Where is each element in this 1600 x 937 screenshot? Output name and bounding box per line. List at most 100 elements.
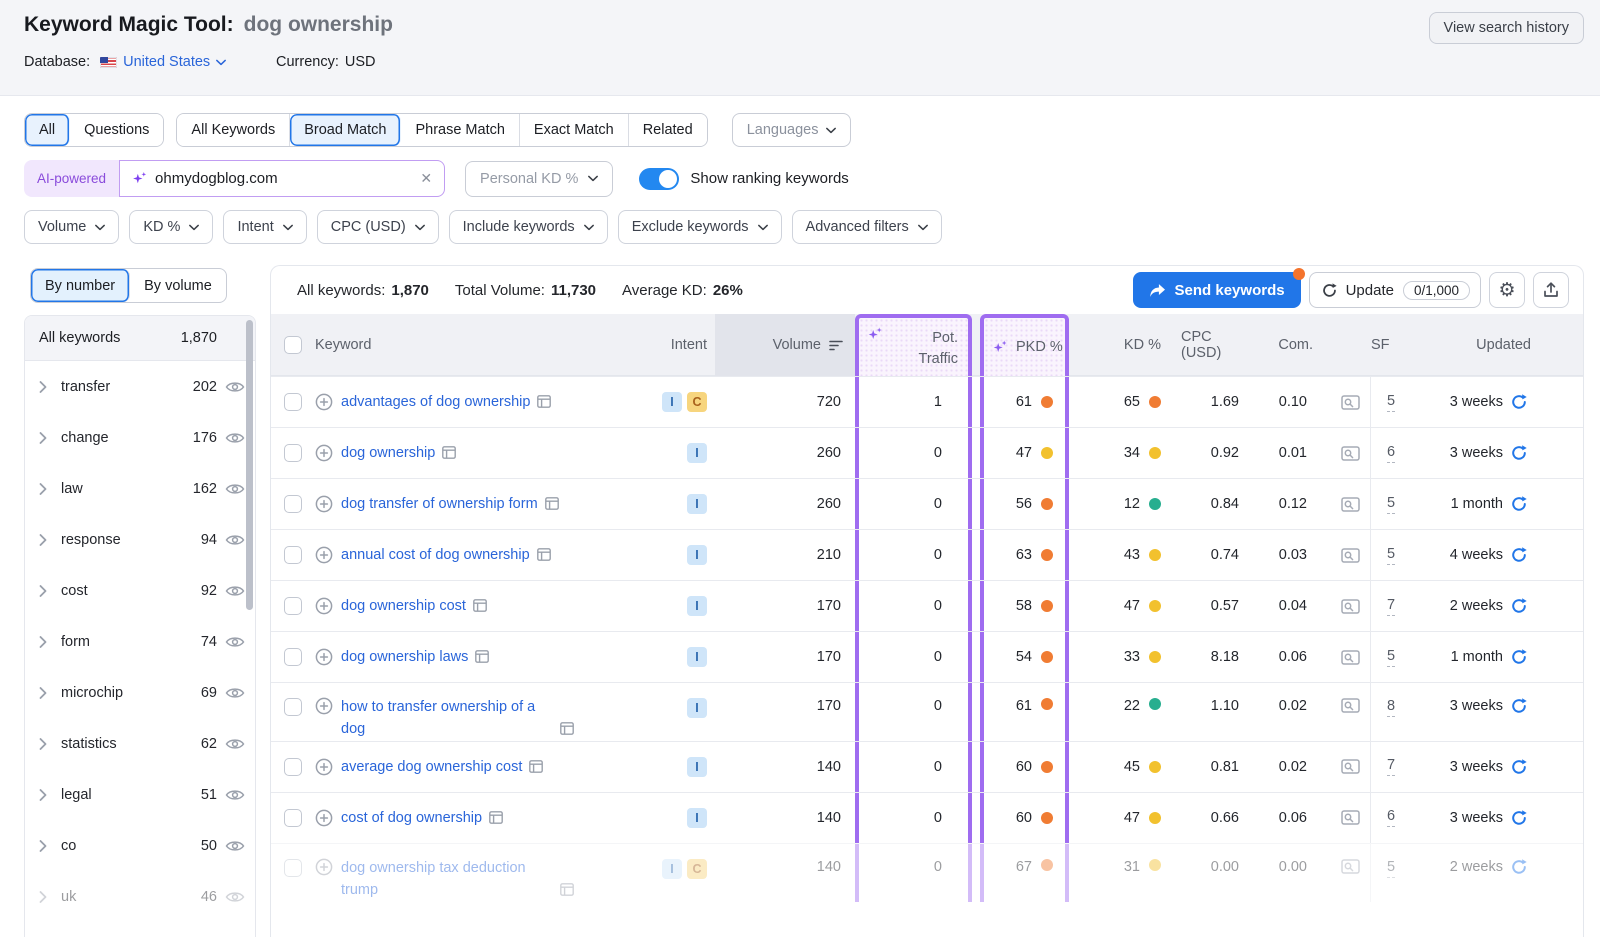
update-button[interactable]: Update 0/1,000 [1309, 272, 1481, 308]
refresh-row-icon[interactable] [1511, 394, 1527, 410]
serp-window-icon[interactable] [475, 650, 489, 663]
filter-dropdown[interactable]: Include keywords [449, 210, 608, 244]
sf-link[interactable]: 5 [1387, 648, 1395, 667]
keyword-group-item[interactable]: uk 46 [25, 871, 255, 922]
header-updated[interactable]: Updated [1411, 314, 1583, 376]
add-keyword-icon[interactable] [315, 809, 333, 827]
row-checkbox[interactable] [284, 648, 302, 666]
sf-link[interactable]: 5 [1387, 859, 1395, 878]
view-search-history-button[interactable]: View search history [1429, 12, 1584, 44]
serp-window-icon[interactable] [473, 599, 487, 612]
add-keyword-icon[interactable] [315, 697, 333, 715]
eye-icon[interactable] [225, 839, 245, 853]
header-sf[interactable]: SF [1371, 314, 1411, 376]
eye-icon[interactable] [225, 431, 245, 445]
add-keyword-icon[interactable] [315, 495, 333, 513]
eye-icon[interactable] [225, 533, 245, 547]
keyword-group-item[interactable]: law 162 [25, 463, 255, 514]
clear-input-icon[interactable]: ✕ [420, 170, 432, 187]
sidebar-scrollbar[interactable] [246, 320, 253, 610]
row-checkbox[interactable] [284, 444, 302, 462]
database-selector[interactable]: Database: United States [24, 54, 226, 70]
header-keyword[interactable]: Keyword [315, 314, 635, 376]
eye-icon[interactable] [225, 737, 245, 751]
serp-preview-icon[interactable] [1341, 810, 1360, 825]
refresh-row-icon[interactable] [1511, 759, 1527, 775]
eye-icon[interactable] [225, 482, 245, 496]
header-pot-traffic[interactable]: Pot.Traffic [855, 314, 972, 376]
languages-dropdown[interactable]: Languages [732, 113, 852, 147]
keyword-link[interactable]: average dog ownership cost [341, 757, 543, 777]
row-checkbox[interactable] [284, 698, 302, 716]
keyword-link[interactable]: annual cost of dog ownership [341, 545, 551, 565]
eye-icon[interactable] [225, 890, 245, 904]
header-cpc[interactable]: CPC (USD) [1181, 314, 1269, 376]
sf-link[interactable]: 5 [1387, 546, 1395, 565]
header-volume[interactable]: Volume [715, 314, 855, 376]
row-checkbox[interactable] [284, 597, 302, 615]
sf-link[interactable]: 6 [1387, 444, 1395, 463]
refresh-row-icon[interactable] [1511, 859, 1527, 875]
tab[interactable]: Exact Match [520, 114, 629, 146]
refresh-row-icon[interactable] [1511, 496, 1527, 512]
by-volume-tab[interactable]: By volume [130, 269, 226, 302]
filter-dropdown[interactable]: Intent [223, 210, 306, 244]
keyword-group-item[interactable]: change 176 [25, 412, 255, 463]
filter-dropdown[interactable]: Advanced filters [792, 210, 942, 244]
serp-window-icon[interactable] [560, 883, 574, 896]
refresh-row-icon[interactable] [1511, 649, 1527, 665]
row-checkbox[interactable] [284, 758, 302, 776]
eye-icon[interactable] [225, 584, 245, 598]
tab[interactable]: Phrase Match [401, 114, 519, 146]
serp-window-icon[interactable] [537, 548, 551, 561]
keyword-group-item[interactable]: form 74 [25, 616, 255, 667]
serp-window-icon[interactable] [537, 395, 551, 408]
send-keywords-button[interactable]: Send keywords [1133, 272, 1301, 308]
sf-link[interactable]: 8 [1387, 698, 1395, 717]
serp-preview-icon[interactable] [1341, 759, 1360, 774]
row-checkbox[interactable] [284, 393, 302, 411]
refresh-row-icon[interactable] [1511, 810, 1527, 826]
keyword-group-item[interactable]: transfer 202 [25, 361, 255, 412]
serp-preview-icon[interactable] [1341, 859, 1360, 874]
refresh-row-icon[interactable] [1511, 698, 1527, 714]
keyword-link[interactable]: dog ownership laws [341, 647, 489, 667]
add-keyword-icon[interactable] [315, 597, 333, 615]
tab[interactable]: Questions [70, 114, 163, 146]
keyword-link[interactable]: how to transfer ownership of a dog [341, 696, 574, 741]
row-checkbox[interactable] [284, 495, 302, 513]
keyword-group-item[interactable]: legal 51 [25, 769, 255, 820]
search-input-value[interactable]: ohmydogblog.com [155, 170, 412, 187]
settings-button[interactable]: ⚙ [1489, 272, 1525, 308]
serp-window-icon[interactable] [489, 811, 503, 824]
add-keyword-icon[interactable] [315, 546, 333, 564]
eye-icon[interactable] [225, 635, 245, 649]
refresh-row-icon[interactable] [1511, 445, 1527, 461]
keyword-group-item[interactable]: co 50 [25, 820, 255, 871]
serp-window-icon[interactable] [442, 446, 456, 459]
keyword-link[interactable]: dog ownership [341, 443, 456, 463]
keyword-group-item[interactable]: microchip 69 [25, 667, 255, 718]
tab[interactable]: All [25, 114, 70, 146]
sf-link[interactable]: 7 [1387, 757, 1395, 776]
serp-window-icon[interactable] [545, 497, 559, 510]
keyword-group-item[interactable]: response 94 [25, 514, 255, 565]
sort-icon[interactable] [829, 340, 843, 351]
serp-preview-icon[interactable] [1341, 395, 1360, 410]
database-value[interactable]: United States [123, 54, 210, 70]
add-keyword-icon[interactable] [315, 444, 333, 462]
tab[interactable]: All Keywords [177, 114, 290, 146]
sf-link[interactable]: 5 [1387, 495, 1395, 514]
serp-window-icon[interactable] [560, 722, 574, 735]
keyword-group-item[interactable]: statistics 62 [25, 718, 255, 769]
add-keyword-icon[interactable] [315, 393, 333, 411]
add-keyword-icon[interactable] [315, 648, 333, 666]
row-checkbox[interactable] [284, 809, 302, 827]
add-keyword-icon[interactable] [315, 858, 333, 876]
personal-kd-dropdown[interactable]: Personal KD % [465, 161, 613, 197]
keyword-link[interactable]: dog ownership tax deduction trump [341, 857, 574, 902]
keyword-link[interactable]: cost of dog ownership [341, 808, 503, 828]
filter-dropdown[interactable]: CPC (USD) [317, 210, 439, 244]
header-com[interactable]: Com. [1269, 314, 1331, 376]
eye-icon[interactable] [225, 380, 245, 394]
